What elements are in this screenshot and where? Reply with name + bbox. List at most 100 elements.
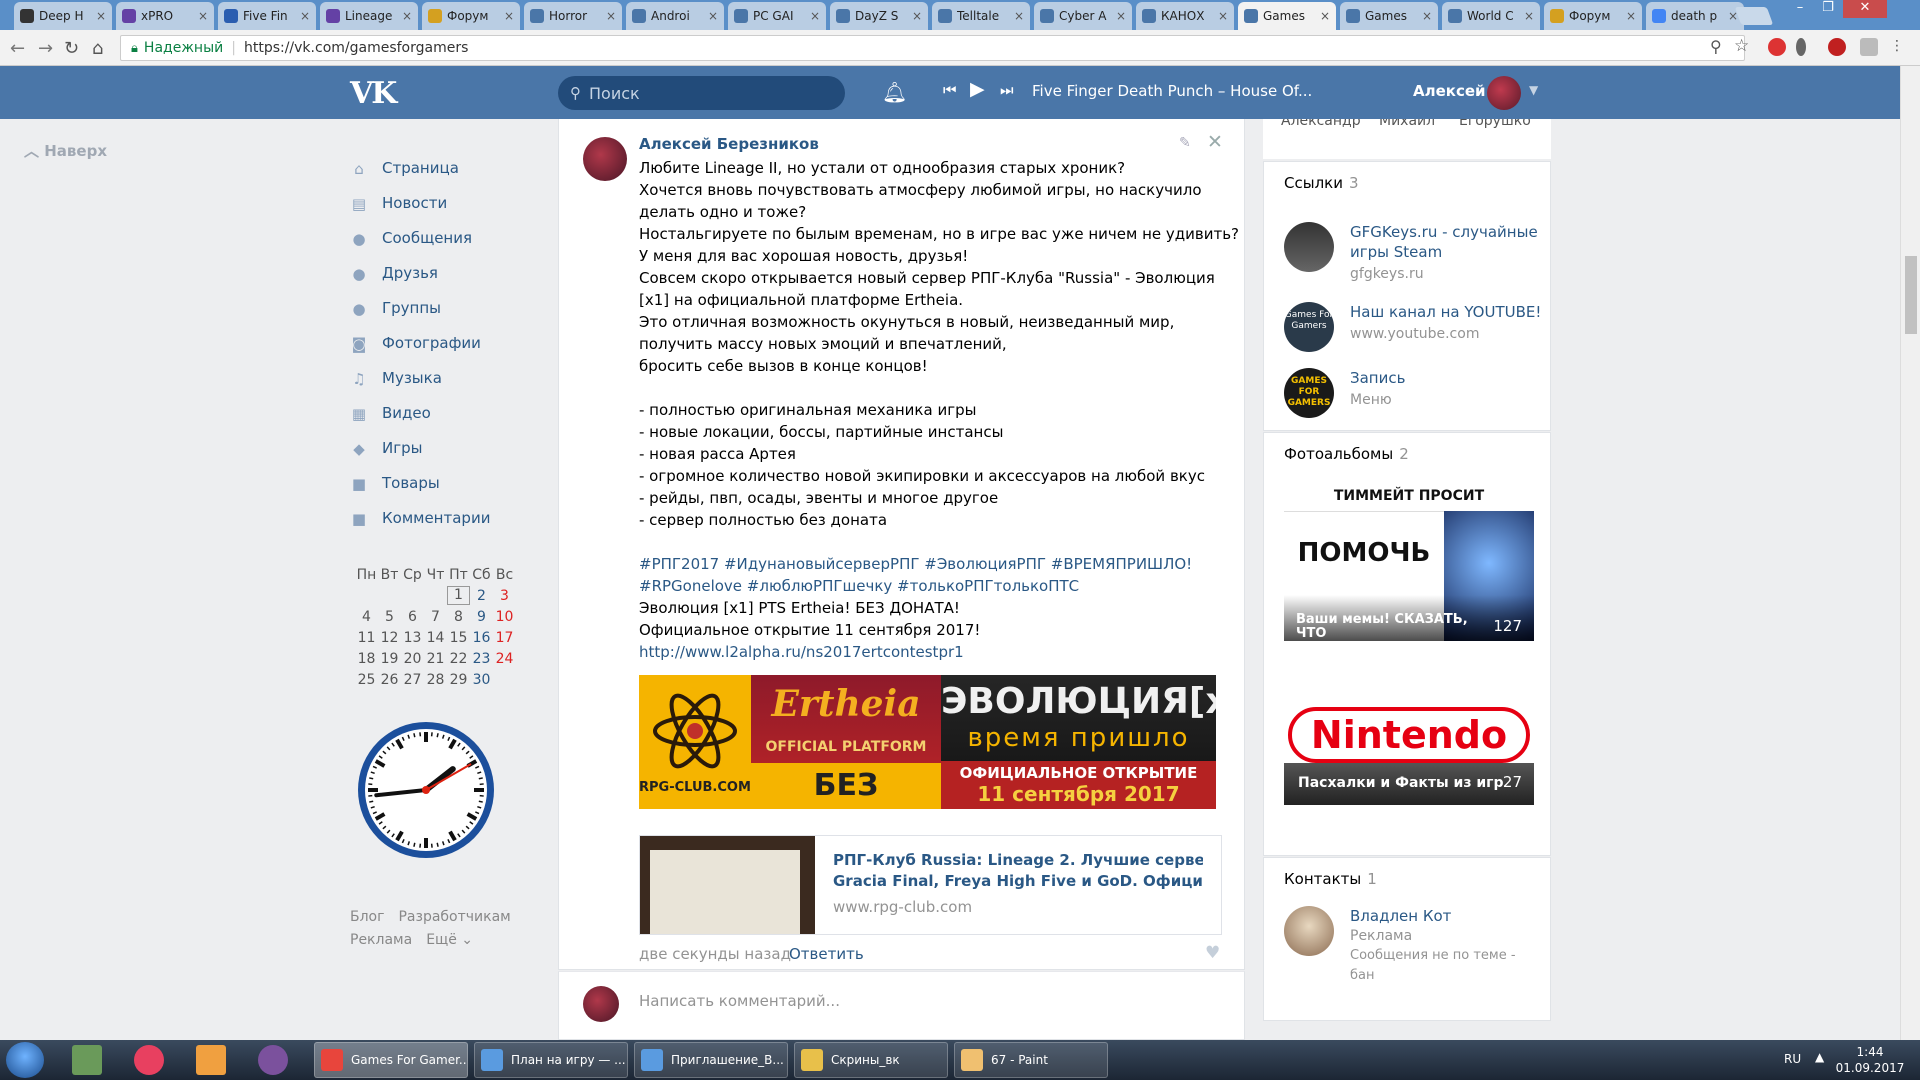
footer-link[interactable]: Блог <box>350 909 384 925</box>
user-avatar[interactable] <box>1487 76 1521 110</box>
sidebar-item[interactable]: ● Сообщения <box>350 220 490 255</box>
browser-tab[interactable]: Games × <box>1340 2 1438 30</box>
post-author-name[interactable]: Алексей Березников <box>639 135 819 153</box>
calendar-day[interactable]: 4 <box>355 609 378 625</box>
calendar-day[interactable]: 16 <box>470 630 493 646</box>
tab-close-icon[interactable]: × <box>300 9 310 23</box>
zoom-icon[interactable]: ⚲ <box>1710 37 1722 56</box>
calendar-day[interactable]: 2 <box>470 588 493 604</box>
next-track-icon[interactable]: ⏭ <box>1000 81 1014 99</box>
extension-adblock-icon[interactable] <box>1768 38 1786 56</box>
link-item-youtube[interactable]: Games For Gamers Наш канал на YOUTUBE! w… <box>1284 302 1541 352</box>
calendar-day[interactable]: 22 <box>447 651 470 667</box>
calendar-day[interactable]: 14 <box>424 630 447 646</box>
back-to-top-link[interactable]: ︿ Наверх <box>24 140 107 161</box>
calendar-day[interactable]: 30 <box>470 672 493 688</box>
browser-tab[interactable]: Форум × <box>1544 2 1642 30</box>
calendar-day[interactable]: 10 <box>493 609 516 625</box>
album-nintendo[interactable]: Nintendo Пасхалки и Факты из игр 27 <box>1284 691 1534 805</box>
bookmark-star-icon[interactable]: ☆ <box>1734 36 1749 56</box>
reply-link[interactable]: Ответить <box>789 945 864 963</box>
system-clock[interactable]: 1:44 01.09.2017 <box>1830 1044 1910 1076</box>
calendar-day[interactable]: 12 <box>378 630 401 646</box>
post-image-banner[interactable]: RPG-CLUB.COM Ertheia OFFICIAL PLATFORM Б… <box>639 675 1216 809</box>
links-title[interactable]: Ссылки 3 <box>1264 162 1550 192</box>
calendar-day[interactable]: 29 <box>447 672 470 688</box>
tab-close-icon[interactable]: × <box>1626 9 1636 23</box>
browser-tab[interactable]: Five Fin × <box>218 2 316 30</box>
calendar-day[interactable]: 26 <box>378 672 401 688</box>
footer-link[interactable]: Разработчикам <box>398 909 510 925</box>
sidebar-item[interactable]: ▦ Видео <box>350 395 490 430</box>
sidebar-item[interactable]: ◆ Игры <box>350 430 490 465</box>
browser-tab[interactable]: Форум × <box>422 2 520 30</box>
search-input[interactable] <box>589 83 829 103</box>
calendar-day[interactable]: 24 <box>493 651 516 667</box>
browser-tab[interactable]: Lineage × <box>320 2 418 30</box>
tab-close-icon[interactable]: × <box>912 9 922 23</box>
like-heart-icon[interactable]: ♥ <box>1205 943 1220 963</box>
browser-tab[interactable]: Cyber A × <box>1034 2 1132 30</box>
calendar-day[interactable]: 17 <box>493 630 516 646</box>
tab-close-icon[interactable]: × <box>810 9 820 23</box>
browser-tab[interactable]: World C × <box>1442 2 1540 30</box>
post-hashtags[interactable]: #РПГ2017 #ИдунановыйсерверРПГ #ЭволюцияР… <box>639 553 1229 575</box>
calendar-day[interactable]: 3 <box>493 588 516 604</box>
tab-close-icon[interactable]: × <box>1524 9 1534 23</box>
user-menu-chevron-icon[interactable]: ▼ <box>1529 83 1538 97</box>
contacts-title[interactable]: Контакты 1 <box>1264 858 1550 888</box>
calendar-day[interactable]: 25 <box>355 672 378 688</box>
previous-track-icon[interactable]: ⏮ <box>943 81 957 99</box>
sidebar-item[interactable]: ▤ Новости <box>350 185 490 220</box>
calendar-day[interactable]: 18 <box>355 651 378 667</box>
vk-logo[interactable]: VK <box>350 76 397 111</box>
calendar-day[interactable]: 5 <box>378 609 401 625</box>
browser-tab[interactable]: КАНОХ × <box>1136 2 1234 30</box>
tab-close-icon[interactable]: × <box>96 9 106 23</box>
start-button[interactable] <box>6 1042 44 1078</box>
link-preview-title[interactable]: РПГ-Клуб Russia: Lineage 2. Лучшие серве… <box>833 850 1203 892</box>
albums-title[interactable]: Фотоальбомы 2 <box>1264 433 1550 463</box>
home-button-icon[interactable]: ⌂ <box>92 38 103 59</box>
forward-icon[interactable]: → <box>38 38 53 59</box>
browser-menu-icon[interactable]: ⋮ <box>1890 38 1904 56</box>
footer-link[interactable]: Реклама <box>350 932 412 948</box>
browser-tab[interactable]: DayZ S × <box>830 2 928 30</box>
scrollbar-thumb[interactable] <box>1905 256 1917 334</box>
sidebar-item[interactable]: ◙ Фотографии <box>350 325 490 360</box>
taskbar-task[interactable]: План на игру — ... <box>474 1042 628 1078</box>
calendar-day[interactable]: 23 <box>470 651 493 667</box>
extension-usb-icon[interactable] <box>1796 38 1806 56</box>
minimize-button[interactable]: – <box>1787 0 1813 18</box>
taskbar-task[interactable]: Скрины_вк <box>794 1042 948 1078</box>
address-bar[interactable]: 🔒︎ Надежный | https://vk.com/gamesforgam… <box>120 35 1745 61</box>
calendar-day[interactable]: 6 <box>401 609 424 625</box>
edit-pencil-icon[interactable]: ✎ <box>1179 135 1191 151</box>
post-timestamp[interactable]: две секунды назад <box>639 945 791 963</box>
browser-tab[interactable]: PC GAI × <box>728 2 826 30</box>
tab-close-icon[interactable]: × <box>504 9 514 23</box>
taskbar-task[interactable]: Games For Gamer... <box>314 1042 468 1078</box>
browser-tab[interactable]: Telltale × <box>932 2 1030 30</box>
tab-close-icon[interactable]: × <box>198 9 208 23</box>
language-indicator[interactable]: RU <box>1784 1052 1801 1066</box>
page-scrollbar[interactable] <box>1900 66 1920 1040</box>
browser-tab[interactable]: death p × <box>1646 2 1744 30</box>
browser-tab[interactable]: Horror × <box>524 2 622 30</box>
taskbar-task[interactable]: 67 - Paint <box>954 1042 1108 1078</box>
browser-tab[interactable]: Deep H × <box>14 2 112 30</box>
sidebar-item[interactable]: ♫ Музыка <box>350 360 490 395</box>
browser-tab[interactable]: xPRO × <box>116 2 214 30</box>
calendar-day[interactable]: 8 <box>447 609 470 625</box>
tab-close-icon[interactable]: × <box>402 9 412 23</box>
tab-close-icon[interactable]: × <box>1014 9 1024 23</box>
tray-expand-icon[interactable]: ▲ <box>1815 1050 1824 1064</box>
extension-record-icon[interactable] <box>1828 38 1846 56</box>
calendar-day[interactable]: 7 <box>424 609 447 625</box>
calendar-day[interactable]: 19 <box>378 651 401 667</box>
friend-name[interactable]: Егорушко <box>1459 119 1531 129</box>
browser-tab[interactable]: Games × <box>1238 2 1336 30</box>
calendar-day[interactable]: 28 <box>424 672 447 688</box>
calendar-day[interactable]: 21 <box>424 651 447 667</box>
window-close-button[interactable]: ✕ <box>1843 0 1887 18</box>
